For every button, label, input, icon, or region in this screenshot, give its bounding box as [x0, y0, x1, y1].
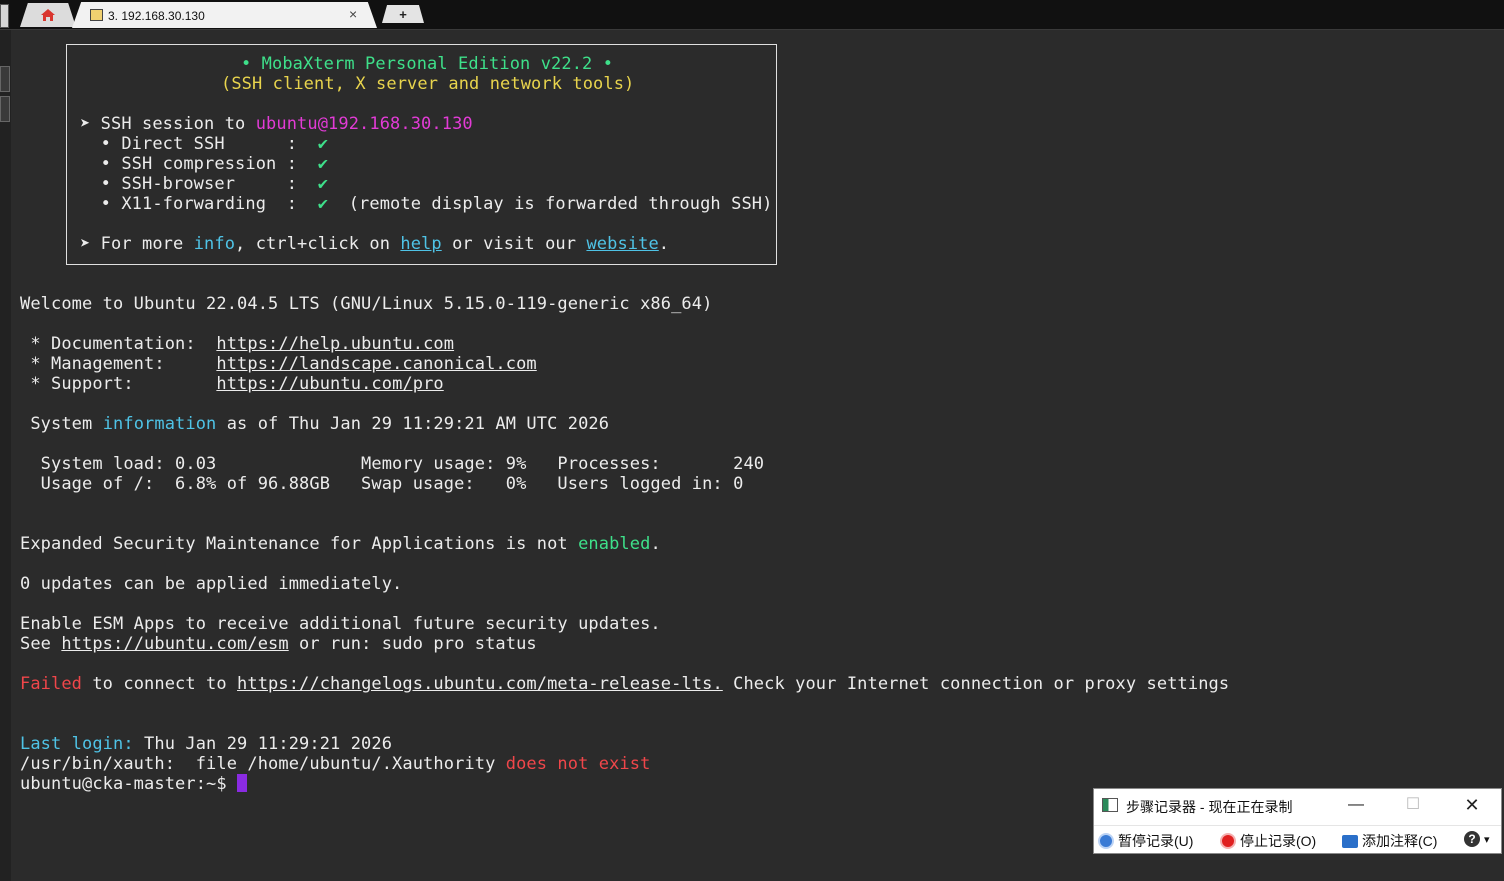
- text: .: [650, 534, 661, 554]
- text: /usr/bin/xauth: file /home/ubuntu/.Xauth…: [20, 754, 506, 774]
- text: or run: sudo pro status: [288, 634, 537, 654]
- banner-direct-ssh: • Direct SSH : ✔: [80, 134, 328, 154]
- tab-home[interactable]: [20, 3, 76, 27]
- text: to connect to: [82, 674, 238, 694]
- support-link[interactable]: https://ubuntu.com/pro: [216, 374, 443, 394]
- maximize-button[interactable]: ☐: [1399, 794, 1427, 816]
- see-esm-line: See https://ubuntu.com/esm or run: sudo …: [20, 634, 537, 654]
- steps-recorder-app-icon: [1102, 798, 1118, 812]
- minimize-button[interactable]: —: [1342, 794, 1370, 816]
- changelog-link[interactable]: https://changelogs.ubuntu.com/meta-relea…: [237, 674, 723, 694]
- website-link[interactable]: website: [586, 234, 658, 254]
- text: * Support:: [20, 374, 217, 394]
- stats-line-1: System load: 0.03 Memory usage: 9% Proce…: [20, 454, 765, 474]
- doc-link[interactable]: https://help.ubuntu.com: [216, 334, 454, 354]
- banner-x11-forwarding: • X11-forwarding : ✔ (remote display is …: [80, 194, 773, 214]
- steps-recorder-toolbar: 暂停记录(U) 停止记录(O) 添加注释(C) ? ▾: [1094, 825, 1501, 854]
- comment-icon: [1342, 834, 1358, 848]
- pause-icon: [1098, 833, 1114, 849]
- text: as of Thu Jan 29 11:29:21 AM UTC 2026: [216, 414, 610, 434]
- check-icon: ✔: [317, 194, 329, 214]
- text: .: [658, 234, 670, 254]
- mgmt-link[interactable]: https://landscape.canonical.com: [216, 354, 536, 374]
- sidebar-handle[interactable]: [0, 96, 10, 122]
- steps-recorder-window: 步骤记录器 - 现在正在录制 — ☐ ✕ 暂停记录(U) 停止记录(O) 添加注…: [1093, 788, 1502, 854]
- xauth-error: does not exist: [505, 754, 651, 774]
- check-icon: ✔: [317, 174, 329, 194]
- tab-bar: 3. 192.168.30.130 × +: [0, 0, 1504, 30]
- text: • Direct SSH :: [80, 134, 318, 154]
- last-login-label: Last login:: [20, 734, 134, 754]
- esm-enabled: enabled: [578, 534, 651, 554]
- failed-word: Failed: [20, 674, 83, 694]
- stop-record-button[interactable]: 停止记录(O): [1220, 831, 1316, 851]
- stop-icon: [1220, 833, 1236, 849]
- text: Check your Internet connection or proxy …: [722, 674, 1230, 694]
- close-button[interactable]: ✕: [1458, 794, 1486, 816]
- check-icon: ✔: [317, 154, 329, 174]
- tab-session[interactable]: 3. 192.168.30.130 ×: [72, 2, 377, 28]
- updates-line: 0 updates can be applied immediately.: [20, 574, 403, 594]
- add-comment-button[interactable]: 添加注释(C): [1342, 831, 1437, 851]
- terminal-cursor: [237, 774, 248, 792]
- mgmt-line: * Management: https://landscape.canonica…: [20, 354, 537, 374]
- ssh-session-icon: [90, 9, 103, 21]
- banner-title: • MobaXterm Personal Edition v22.2 •: [241, 54, 614, 74]
- welcome-line: Welcome to Ubuntu 22.04.5 LTS (GNU/Linux…: [20, 294, 713, 314]
- shell-prompt-line[interactable]: ubuntu@cka-master:~$: [20, 774, 248, 794]
- ssh-host: ubuntu@192.168.30.130: [255, 114, 473, 134]
- sidebar-toggle[interactable]: [0, 4, 9, 28]
- sidebar-handle[interactable]: [0, 66, 10, 92]
- banner-subtitle: (SSH client, X server and network tools): [221, 74, 635, 94]
- home-icon: [41, 9, 55, 21]
- add-comment-label: 添加注释(C): [1362, 833, 1438, 849]
- tab-session-title: 3. 192.168.30.130: [108, 9, 205, 23]
- text: • X11-forwarding :: [80, 194, 318, 214]
- stats-line-2: Usage of /: 6.8% of 96.88GB Swap usage: …: [20, 474, 744, 494]
- sysinfo-line: System information as of Thu Jan 29 11:2…: [20, 414, 609, 434]
- esm-line: Expanded Security Maintenance for Applic…: [20, 534, 661, 554]
- banner-ssh-browser: • SSH-browser : ✔: [80, 174, 328, 194]
- shell-prompt: ubuntu@cka-master:~$: [20, 774, 238, 794]
- text: (remote display is forwarded through SSH…: [328, 194, 773, 214]
- text: ➤ For more: [80, 234, 194, 254]
- pause-record-label: 暂停记录(U): [1118, 833, 1194, 849]
- sysinfo-word: information: [102, 414, 217, 434]
- pause-record-button[interactable]: 暂停记录(U): [1098, 831, 1193, 851]
- help-button[interactable]: ? ▾: [1464, 831, 1490, 847]
- text: System: [20, 414, 103, 434]
- esm-link[interactable]: https://ubuntu.com/esm: [61, 634, 288, 654]
- help-link[interactable]: help: [400, 234, 441, 254]
- new-tab-button[interactable]: +: [382, 5, 424, 23]
- enable-esm-line: Enable ESM Apps to receive additional fu…: [20, 614, 661, 634]
- check-icon: ✔: [317, 134, 329, 154]
- doc-line: * Documentation: https://help.ubuntu.com: [20, 334, 454, 354]
- text: • SSH compression :: [80, 154, 318, 174]
- text: Thu Jan 29 11:29:21 2026: [133, 734, 393, 754]
- info-link[interactable]: info: [194, 234, 235, 254]
- banner-ssh-compression: • SSH compression : ✔: [80, 154, 328, 174]
- text: ➤ SSH session to: [80, 114, 256, 134]
- help-dropdown-icon: ▾: [1484, 833, 1490, 846]
- text: • SSH-browser :: [80, 174, 318, 194]
- text: See: [20, 634, 62, 654]
- text: * Documentation:: [20, 334, 217, 354]
- stop-record-label: 停止记录(O): [1240, 833, 1317, 849]
- banner-more-info: ➤ For more info, ctrl+click on help or v…: [80, 234, 669, 254]
- text: Expanded Security Maintenance for Applic…: [20, 534, 579, 554]
- xauth-line: /usr/bin/xauth: file /home/ubuntu/.Xauth…: [20, 754, 650, 774]
- steps-recorder-title: 步骤记录器 - 现在正在录制: [1126, 799, 1293, 815]
- text: or visit our: [441, 234, 587, 254]
- tab-close-icon[interactable]: ×: [349, 6, 357, 22]
- last-login-line: Last login: Thu Jan 29 11:29:21 2026: [20, 734, 392, 754]
- banner-ssh-session: ➤ SSH session to ubuntu@192.168.30.130: [80, 114, 473, 134]
- help-icon: ?: [1464, 831, 1480, 847]
- support-line: * Support: https://ubuntu.com/pro: [20, 374, 444, 394]
- failed-line: Failed to connect to https://changelogs.…: [20, 674, 1229, 694]
- steps-recorder-titlebar[interactable]: 步骤记录器 - 现在正在录制 — ☐ ✕: [1094, 789, 1501, 822]
- text: , ctrl+click on: [235, 234, 401, 254]
- text: * Management:: [20, 354, 217, 374]
